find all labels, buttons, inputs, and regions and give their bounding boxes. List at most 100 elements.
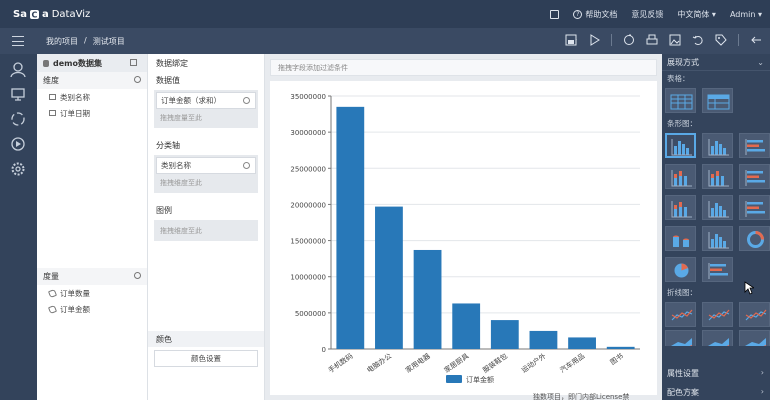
legend-label: 订单金额 [466,375,494,384]
settings-gear-icon[interactable] [10,161,26,177]
screen-icon[interactable] [550,9,560,19]
display-type-header: 展现方式 ⌄ [662,54,770,71]
remove-icon[interactable] [243,162,250,169]
table-chart-type[interactable] [665,88,696,113]
gear-icon[interactable] [243,97,250,104]
axis-field-pill[interactable]: 类别名称 [156,157,256,174]
measure-tag-icon [48,288,57,298]
line-chart-type-5[interactable] [702,330,733,346]
back-arrow-icon[interactable] [750,34,762,46]
line-chart-type-2[interactable] [702,302,733,327]
feedback-link[interactable]: 意见反馈 [631,9,663,20]
color-title: 颜色 [148,331,264,347]
play-circle-icon[interactable] [10,136,26,152]
bar [606,346,635,349]
logo-text-bold-2: a [41,8,49,20]
bar-row [662,161,770,192]
tag-icon[interactable] [715,34,727,46]
measure-field-quantity[interactable]: 订单数量 [37,285,147,301]
bar-chart-type-14[interactable] [702,257,733,282]
logo-text-name: DataViz [51,8,91,20]
help-docs-link[interactable]: ? 帮助文档 [573,9,617,20]
play-icon[interactable] [588,34,600,46]
breadcrumb-separator: / [84,36,87,45]
value-drop-zone[interactable]: 订单金额（求和） 拖拽度量至此 [154,90,258,128]
breadcrumb-project[interactable]: 我的项目 [46,36,78,47]
image-icon[interactable] [669,34,681,46]
dataset-header: demo数据集 [37,54,147,72]
app-logo[interactable]: Sa C a DataViz [13,9,90,20]
monitor-icon[interactable] [10,86,26,102]
color-settings-button[interactable]: 颜色设置 [154,350,258,367]
dimension-field-date[interactable]: 订单日期 [37,105,147,121]
menu-icon[interactable] [12,36,24,46]
bar-row [662,192,770,223]
color-scheme-setting[interactable]: 配色方案 › [662,384,770,400]
axis-field-label: 类别名称 [161,161,191,170]
filter-drop-bar[interactable]: 拖拽字段添加过滤条件 [270,59,657,76]
y-tick-label: 5000000 [295,310,326,318]
bar-chart-type-2[interactable] [702,133,733,158]
y-tick-label: 35000000 [290,93,326,101]
undo-icon[interactable] [692,34,704,46]
edit-dataset-icon[interactable] [130,59,137,66]
bar-chart-type-12[interactable] [739,226,770,251]
x-tick-label: 家用电器 [404,351,432,374]
data-binding-panel: 数据绑定 数据值 订单金额（求和） 拖拽度量至此 分类轴 类别名称 拖拽维度至此… [148,54,265,400]
legend-title: 图例 [156,205,172,215]
search-dimension-icon[interactable] [134,76,141,83]
save-icon[interactable] [565,34,577,46]
refresh-icon[interactable] [623,34,635,46]
bar-chart-type-1[interactable] [665,133,696,158]
expand-chevron-icon-2: › [760,387,764,396]
language-select[interactable]: 中文简体 ▾ [677,9,716,20]
axis-drop-zone[interactable]: 类别名称 拖拽维度至此 [154,155,258,193]
value-field-pill[interactable]: 订单金额（求和） [156,92,256,109]
binding-header: 数据绑定 [156,58,188,68]
value-title: 数据值 [156,75,180,85]
bar-row [662,223,770,254]
bar-row [662,130,770,161]
bar-chart-type-10[interactable] [665,226,696,251]
bar-chart: 0 5000000 10000000 15000000 20000000 25000000… [290,93,640,384]
print-icon[interactable] [646,34,658,46]
properties-label: 属性设置 [667,368,699,378]
bar-chart-type-3[interactable] [739,133,770,158]
line-chart-type-6[interactable] [739,330,770,346]
legend-drop-zone[interactable]: 拖拽维度至此 [154,220,258,241]
line-chart-type-3[interactable] [739,302,770,327]
table-section-label: 表格： [667,73,690,83]
calendar-icon [49,110,56,116]
user-menu[interactable]: Admin ▾ [730,10,762,19]
bar-chart-type-8[interactable] [702,195,733,220]
cycle-icon[interactable] [10,111,26,127]
bar-chart-type-6[interactable] [739,164,770,189]
dimension-label: 维度 [43,76,59,85]
field-label: 订单数量 [60,288,90,298]
top-navigation-bar: Sa C a DataViz ? 帮助文档 意见反馈 中文简体 ▾ Admin … [0,0,770,28]
bar-chart-type-4[interactable] [665,164,696,189]
measure-field-amount[interactable]: 订单金额 [37,301,147,317]
bar-chart-type-13[interactable] [665,257,696,282]
properties-setting[interactable]: 属性设置 › [662,365,770,381]
mouse-cursor-icon [744,281,754,295]
line-chart-type-1[interactable] [665,302,696,327]
bar-chart-type-11[interactable] [702,226,733,251]
value-drop-hint: 拖拽度量至此 [160,113,202,122]
dimension-field-category[interactable]: 类别名称 [37,89,147,105]
y-tick-label: 0 [322,346,326,354]
field-label: 订单金额 [60,304,90,314]
collapse-chevron-icon[interactable]: ⌄ [757,58,764,67]
line-types-grid [662,299,770,346]
pivot-table-chart-type[interactable] [702,88,733,113]
dimension-empty-space [37,121,147,268]
user-icon[interactable] [10,61,26,77]
bar-section-label: 条形图： [667,118,697,128]
line-chart-type-4[interactable] [665,330,696,346]
bar [336,106,365,349]
bar-chart-type-5[interactable] [702,164,733,189]
search-measure-icon[interactable] [134,272,141,279]
bar-chart-type-9[interactable] [739,195,770,220]
line-row [662,299,770,330]
bar-chart-type-7[interactable] [665,195,696,220]
